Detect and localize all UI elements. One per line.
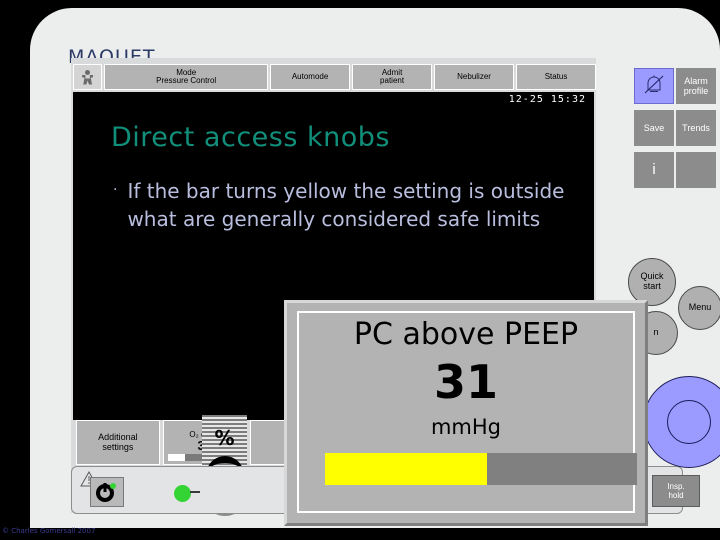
save-label: Save — [643, 122, 665, 133]
alarm-profile-button[interactable]: Alarm profile — [676, 68, 716, 104]
additional-settings-label-bottom: settings — [102, 441, 134, 452]
setting-dialog-inner: PC above PEEP 31 mmHg — [297, 311, 637, 513]
insp-hold-label-top: Insp. — [667, 481, 685, 491]
percent-unit-label: % — [214, 426, 235, 450]
tab-nebulizer[interactable]: Nebulizer — [434, 64, 515, 90]
tab-automode-label: Automode — [291, 71, 329, 81]
trends-label: Trends — [682, 122, 710, 133]
bullet-marker: · — [113, 182, 118, 198]
setting-dialog-bar-track — [325, 453, 637, 485]
ventilator-body: MAQUET Mode Pressure Control Automode Ad… — [30, 8, 720, 528]
setting-dialog-bar-fill — [325, 453, 488, 485]
tab-status[interactable]: Status — [516, 64, 597, 90]
slide-title: Direct access knobs — [111, 122, 390, 153]
tab-nebulizer-label: Nebulizer — [457, 71, 491, 81]
setting-dialog-value: 31 — [433, 355, 498, 409]
power-button[interactable] — [90, 477, 124, 507]
copyright-footer: © Charles Gomersall 2007 — [2, 527, 96, 535]
save-button[interactable]: Save — [634, 110, 674, 146]
insp-hold-button[interactable]: Insp. hold — [652, 475, 700, 507]
alarm-profile-label-top: Alarm — [684, 75, 708, 86]
setting-dialog: PC above PEEP 31 mmHg — [284, 300, 648, 526]
timestamp: 12-25 15:32 — [508, 94, 586, 105]
info-label: i — [652, 160, 656, 178]
spare-button[interactable] — [676, 152, 716, 188]
setting-dialog-title: PC above PEEP — [353, 317, 579, 352]
pause-label: n — [653, 327, 659, 338]
menu-label: Menu — [688, 302, 712, 313]
power-led-indicator — [174, 485, 200, 502]
tab-patient[interactable] — [73, 64, 103, 90]
tab-status-label: Status — [544, 71, 568, 81]
tab-admit-patient[interactable]: Admit patient — [352, 64, 433, 90]
patient-icon — [81, 69, 94, 85]
quick-start-button[interactable]: Quick start — [628, 258, 676, 306]
menu-button[interactable]: Menu — [678, 286, 720, 330]
setting-dialog-unit: mmHg — [430, 415, 502, 439]
info-button[interactable]: i — [634, 152, 674, 188]
trends-button[interactable]: Trends — [676, 110, 716, 146]
insp-hold-label-bottom: hold — [668, 491, 684, 500]
quick-start-label-bottom: start — [643, 281, 661, 291]
bell-slash-icon — [641, 73, 667, 99]
tab-bar: Mode Pressure Control Automode Admit pat… — [71, 64, 597, 90]
tab-mode[interactable]: Mode Pressure Control — [104, 64, 269, 90]
alarm-silence-button[interactable] — [634, 68, 674, 104]
tab-mode-value: Pressure Control — [156, 76, 217, 85]
tab-automode[interactable]: Automode — [270, 64, 351, 90]
alarm-profile-label-bottom: profile — [683, 86, 709, 96]
bullet-text: If the bar turns yellow the setting is o… — [127, 179, 565, 232]
tab-admit-label-bottom: patient — [380, 76, 405, 85]
main-rotary-dial[interactable] — [643, 376, 720, 468]
additional-settings-button[interactable]: Additional settings — [76, 420, 160, 465]
slide-bullet: · If the bar turns yellow the setting is… — [113, 177, 573, 234]
